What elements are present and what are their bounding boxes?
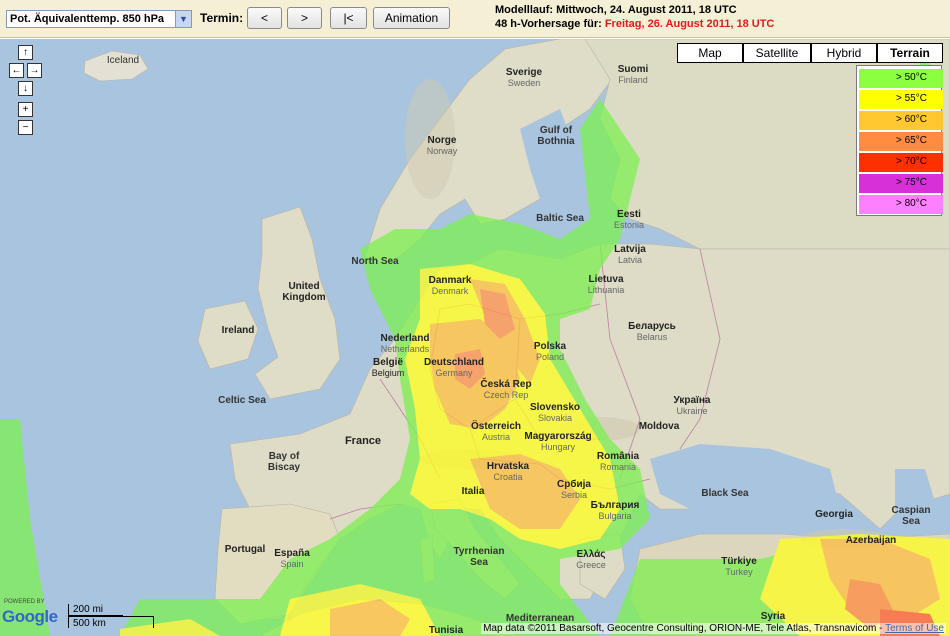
run-info: Modelllauf: Mittwoch, 24. August 2011, 1… [495, 3, 774, 31]
terms-of-use-link[interactable]: Terms of Use [885, 623, 944, 634]
label-iceland: Iceland [106, 55, 140, 66]
legend-label: > 50°C [896, 72, 927, 83]
google-logo-text: Google [2, 607, 58, 626]
temperature-legend: > 50°C > 55°C > 60°C > 65°C > 70°C > 75°… [856, 65, 943, 216]
pan-right-button[interactable]: → [27, 63, 42, 78]
label-serbia: Србија Serbia [557, 479, 591, 500]
model-run-text: Modelllauf: Mittwoch, 24. August 2011, 1… [495, 4, 737, 16]
label-north-sea: North Sea [351, 256, 399, 267]
prev-button[interactable]: < [247, 7, 282, 29]
legend-item: > 70°C [858, 151, 943, 172]
maptype-satellite-button[interactable]: Satellite [743, 43, 811, 63]
zoom-out-button[interactable]: − [18, 120, 33, 135]
first-button[interactable]: |< [330, 7, 367, 29]
label-syria: Syria [760, 611, 786, 622]
label-caspian-sea: Caspian Sea [891, 505, 931, 527]
pan-down-button[interactable]: ↓ [18, 81, 33, 96]
legend-label: > 60°C [896, 114, 927, 125]
label-azerbaijan: Azerbaijan [845, 535, 897, 546]
toolbar: Pot. Äquivalenttemp. 850 hPa ▼ Termin: <… [0, 0, 950, 38]
label-spain: España Spain [274, 548, 310, 569]
animation-button[interactable]: Animation [373, 7, 450, 29]
pan-up-button[interactable]: ↑ [18, 45, 33, 60]
label-lithuania: Lietuva Lithuania [587, 274, 625, 295]
label-romania: România Romania [596, 451, 640, 472]
forecast-date: Freitag, 26. August 2011, 18 UTC [604, 18, 775, 30]
pan-left-button[interactable]: ← [9, 63, 24, 78]
label-ireland: Ireland [221, 325, 255, 336]
parameter-select-value: Pot. Äquivalenttemp. 850 hPa [10, 13, 165, 25]
legend-item: > 80°C [858, 193, 943, 214]
label-italy: Italia [461, 486, 485, 497]
label-estonia: Eesti Estonia [613, 209, 645, 230]
label-black-sea: Black Sea [701, 488, 749, 499]
scale-km-label: 500 km [73, 618, 106, 629]
legend-label: > 75°C [896, 177, 927, 188]
legend-item: > 60°C [858, 109, 943, 130]
label-poland: Polska Poland [533, 341, 567, 362]
label-tunisia: Tunisia [428, 625, 464, 636]
maptype-terrain-button[interactable]: Terrain [877, 43, 943, 63]
label-moldova: Moldova [638, 421, 680, 432]
label-tyrrhenian-sea: Tyrrhenian Sea [453, 546, 505, 568]
legend-label: > 80°C [896, 198, 927, 209]
label-turkey: Türkiye Turkey [721, 556, 757, 577]
label-belgium: België Belgium [371, 357, 405, 378]
map-canvas[interactable]: Iceland Sverige Sweden Suomi Finland Norge… [0, 39, 950, 636]
legend-label: > 70°C [896, 156, 927, 167]
label-germany: Deutschland Germany [423, 357, 485, 378]
label-portugal: Portugal [224, 544, 266, 555]
google-logo[interactable]: Google [2, 607, 58, 627]
scale-miles-label: 200 mi [73, 604, 104, 615]
label-ukraine: Україна Ukraine [673, 395, 711, 416]
label-netherlands: Nederland Netherlands [380, 333, 430, 354]
legend-label: > 65°C [896, 135, 927, 146]
label-greece: Ελλάς Greece [576, 549, 606, 570]
label-czech-republic: Česká Rep Czech Rep [480, 379, 532, 400]
label-norway: Norge Norway [426, 135, 458, 156]
maptype-hybrid-button[interactable]: Hybrid [811, 43, 877, 63]
label-bay-of-biscay: Bay of Biscay [267, 451, 301, 473]
label-finland: Suomi Finland [617, 64, 649, 85]
label-united-kingdom: United Kingdom [282, 281, 326, 303]
label-georgia: Georgia [815, 509, 853, 520]
label-denmark: Danmark Denmark [428, 275, 472, 296]
legend-item: > 65°C [858, 130, 943, 151]
label-croatia: Hrvatska Croatia [486, 461, 530, 482]
label-baltic-sea: Baltic Sea [536, 213, 584, 224]
label-hungary: Magyarország Hungary [524, 431, 592, 452]
label-bulgaria: България Bulgaria [590, 500, 640, 521]
parameter-select[interactable]: Pot. Äquivalenttemp. 850 hPa ▼ [6, 10, 192, 28]
legend-item: > 50°C [858, 67, 943, 88]
next-button[interactable]: > [287, 7, 322, 29]
map-attribution: Map data ©2011 Basarsoft, Geocentre Cons… [481, 623, 946, 634]
label-slovakia: Slovensko Slovakia [529, 402, 581, 423]
legend-item: > 75°C [858, 172, 943, 193]
attribution-text: Map data ©2011 Basarsoft, Geocentre Cons… [483, 623, 886, 634]
termin-label: Termin: [200, 11, 244, 25]
legend-item: > 55°C [858, 88, 943, 109]
label-belarus: Беларусь Belarus [628, 321, 676, 342]
forecast-line: 48 h-Vorhersage für: Freitag, 26. August… [495, 17, 774, 31]
scale-bar: 200 mi 500 km [68, 604, 158, 634]
maptype-map-button[interactable]: Map [677, 43, 743, 63]
legend-label: > 55°C [896, 93, 927, 104]
label-gulf-of-bothnia: Gulf of Bothnia [537, 125, 575, 147]
chevron-down-icon[interactable]: ▼ [175, 11, 191, 27]
label-celtic-sea: Celtic Sea [218, 395, 266, 406]
forecast-prefix: 48 h-Vorhersage für: [495, 18, 605, 30]
label-austria: Österreich Austria [470, 421, 522, 442]
powered-by-text: POWERED BY [4, 599, 45, 605]
label-sweden: Sverige Sweden [505, 67, 543, 88]
label-latvia: Latvija Latvia [614, 244, 646, 265]
zoom-in-button[interactable]: + [18, 102, 33, 117]
label-france: France [344, 435, 382, 447]
